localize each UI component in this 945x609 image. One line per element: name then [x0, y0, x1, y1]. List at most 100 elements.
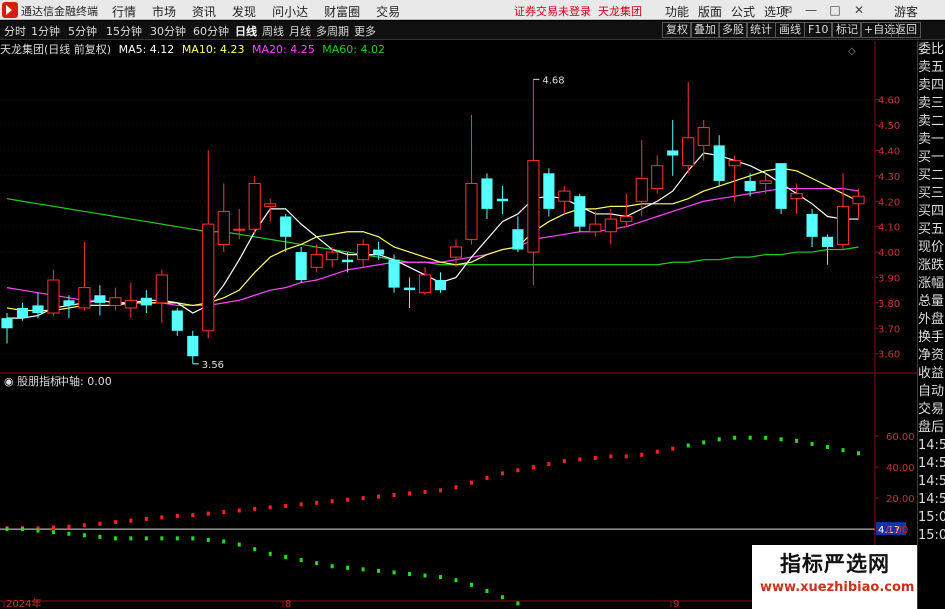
period-60min[interactable]: 60分钟: [193, 23, 229, 39]
candle-body: [357, 243, 370, 261]
upper-dot: [764, 435, 768, 440]
lower-dot: [516, 601, 520, 606]
lower-dot: [160, 536, 164, 541]
candle-body: [821, 236, 834, 247]
quote-label: 涨幅: [918, 276, 945, 291]
upper-dot: [330, 499, 334, 504]
quote-label: 买五: [918, 222, 945, 237]
period-more[interactable]: 更多: [354, 23, 376, 39]
quote-label: 卖四: [918, 78, 945, 93]
candle-body: [310, 254, 323, 268]
upper-dot: [624, 454, 628, 459]
mark-button[interactable]: 标记: [832, 22, 862, 38]
statistics-button[interactable]: 统计: [746, 22, 776, 38]
menu-layout[interactable]: 版面: [698, 3, 722, 20]
lower-dot: [439, 575, 442, 580]
quote-label: 交易: [918, 402, 945, 417]
menu-ask[interactable]: 问小达: [272, 3, 308, 20]
quote-label: 卖五: [918, 60, 945, 75]
candle-body: [790, 193, 803, 200]
back-button[interactable]: 返回: [891, 22, 921, 38]
candle-body: [372, 249, 385, 255]
candle-body: [171, 310, 183, 331]
login-status[interactable]: 证券交易未登录 天龙集团: [514, 3, 642, 19]
period-15min[interactable]: 15分钟: [106, 23, 142, 39]
period-weekly[interactable]: 周线: [262, 23, 284, 39]
quote-label: 换手: [918, 330, 945, 345]
quote-label: 卖三: [918, 96, 945, 111]
menu-function[interactable]: 功能: [665, 3, 689, 20]
period-multi[interactable]: 多周期: [316, 23, 349, 39]
price-tick-label: 3.80: [878, 299, 900, 310]
adjust-button[interactable]: 复权: [662, 22, 692, 38]
quote-label: 净资: [918, 348, 945, 363]
quote-label: 盘后: [918, 420, 945, 435]
menu-discover[interactable]: 发现: [232, 3, 256, 20]
lower-dot: [392, 570, 396, 575]
period-monthly[interactable]: 月线: [289, 23, 311, 39]
period-toolbar: 分时 1分钟 5分钟 15分钟 30分钟 60分钟 日线 周线 月线 多周期 更…: [0, 21, 945, 40]
candle-body: [124, 299, 137, 309]
menu-news[interactable]: 资讯: [192, 3, 216, 20]
menu-market[interactable]: 市场: [152, 3, 176, 20]
guest-user[interactable]: 游客: [894, 3, 918, 20]
upper-dot: [144, 517, 148, 522]
upper-dot: [686, 443, 690, 448]
message-icon[interactable]: ✉: [778, 2, 796, 18]
candle-body: [1, 318, 13, 329]
period-5min[interactable]: 5分钟: [68, 23, 97, 39]
upper-dot: [795, 438, 799, 443]
lower-dot: [175, 536, 179, 541]
lower-dot: [237, 542, 241, 547]
candle-body: [775, 163, 787, 209]
x-tick-label: 8: [285, 599, 291, 609]
maximize-icon[interactable]: □: [826, 2, 844, 18]
candle-body: [63, 300, 75, 306]
quote-label: 买四: [918, 204, 945, 219]
upper-dot: [315, 500, 319, 505]
kline-chart[interactable]: 4.683.56◇ ◉ 股朋指标中轴: 0.004.17 4.604.504.4…: [0, 41, 917, 609]
close-icon[interactable]: ✕: [850, 2, 868, 18]
collapse-icon: ◇: [848, 46, 856, 57]
minimize-icon[interactable]: —: [802, 2, 820, 18]
quote-label: 外盘: [918, 312, 945, 327]
chart-axes: 4.60 4.50 4.40 4.30 4.20 4.10 4.00 3.90 3.80 3.70…: [0, 41, 917, 609]
quote-label: 买三: [918, 186, 945, 201]
period-daily[interactable]: 日线: [235, 23, 257, 39]
upper-dot: [392, 493, 396, 498]
low-annotation: 3.56: [202, 360, 224, 371]
lower-dot: [284, 554, 288, 559]
lower-dot: [423, 573, 427, 578]
upper-dot: [733, 435, 737, 440]
f10-button[interactable]: F10: [804, 22, 833, 38]
multi-stock-button[interactable]: 多股: [718, 22, 748, 38]
lower-dot: [253, 547, 257, 552]
upper-dot: [160, 515, 164, 520]
candle-body: [233, 228, 246, 231]
candle-body: [140, 297, 152, 306]
period-30min[interactable]: 30分钟: [150, 23, 186, 39]
period-1min[interactable]: 1分钟: [31, 23, 60, 39]
period-intraday[interactable]: 分时: [4, 23, 26, 39]
upper-dot: [361, 496, 365, 501]
sub-tick-label: 20.00: [886, 494, 915, 505]
menu-trade[interactable]: 交易: [376, 3, 400, 20]
quote-label: 14:57: [918, 474, 945, 489]
upper-dot: [222, 510, 226, 515]
menu-formula[interactable]: 公式: [731, 3, 755, 20]
overlay-button[interactable]: 叠加: [690, 22, 720, 38]
menu-quotes[interactable]: 行情: [112, 3, 136, 20]
quote-label: 买一: [918, 150, 945, 165]
menu-wealth[interactable]: 财富圈: [324, 3, 360, 20]
app-title: 通达信金融终端: [21, 5, 98, 18]
lower-dot: [315, 561, 319, 566]
sub-tick-label: 60.00: [886, 432, 915, 443]
upper-dot: [51, 525, 55, 530]
upper-dot: [191, 513, 195, 518]
upper-dot: [299, 502, 303, 507]
upper-dot: [593, 455, 597, 460]
candle-body: [759, 180, 772, 184]
draw-line-button[interactable]: 画线: [775, 22, 805, 38]
upper-dot: [655, 449, 659, 454]
lower-dot: [98, 534, 102, 539]
